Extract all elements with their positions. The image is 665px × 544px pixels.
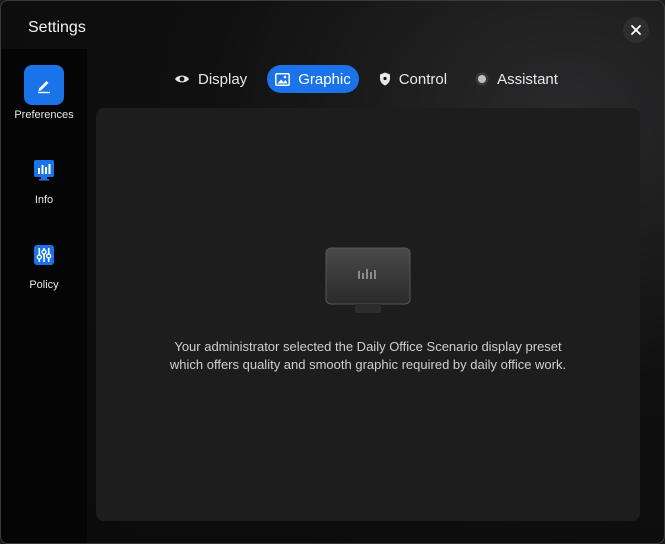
message-line-1: Your administrator selected the Daily Of… xyxy=(174,339,562,354)
tab-label: Control xyxy=(398,70,448,88)
tab-assistant[interactable]: Assistant xyxy=(467,65,566,93)
info-icon-box xyxy=(24,150,64,190)
sidebar-item-label: Preferences xyxy=(14,109,74,121)
tab-label: Display xyxy=(198,70,248,88)
sidebar-item-policy[interactable]: Policy xyxy=(1,235,87,291)
window-title: Settings xyxy=(28,19,86,36)
sliders-icon xyxy=(34,245,54,265)
pencil-icon xyxy=(38,81,50,94)
monitor-illustration xyxy=(325,247,411,322)
preferences-icon-box xyxy=(24,65,64,105)
bar-chart-icon xyxy=(34,160,54,181)
policy-message: Your administrator selected the Daily Of… xyxy=(96,338,640,374)
close-icon xyxy=(631,25,641,35)
sidebar-item-label: Policy xyxy=(29,279,59,291)
close-button[interactable] xyxy=(623,17,649,43)
tab-display[interactable]: Display xyxy=(166,65,255,93)
monitor-icon xyxy=(325,247,411,313)
message-line-2: which offers quality and smooth graphic … xyxy=(169,357,567,372)
shield-icon xyxy=(379,72,391,86)
tab-label: Graphic xyxy=(298,70,351,88)
sidebar-item-info[interactable]: Info xyxy=(1,150,87,206)
tab-control[interactable]: Control xyxy=(371,65,455,93)
settings-window: Settings Preferences Info Policy Display… xyxy=(0,0,665,544)
tab-bar: Display Graphic Control Assistant xyxy=(166,65,578,93)
eye-icon xyxy=(174,73,190,85)
tab-graphic[interactable]: Graphic xyxy=(267,65,359,93)
sidebar-item-label: Info xyxy=(34,194,54,206)
image-icon xyxy=(275,72,291,86)
policy-icon-box xyxy=(24,235,64,275)
dot-icon xyxy=(475,72,489,86)
sidebar-item-preferences[interactable]: Preferences xyxy=(1,65,87,121)
tab-label: Assistant xyxy=(497,70,558,88)
sidebar: Preferences Info Policy xyxy=(1,49,87,543)
graphic-panel: Your administrator selected the Daily Of… xyxy=(96,108,640,521)
